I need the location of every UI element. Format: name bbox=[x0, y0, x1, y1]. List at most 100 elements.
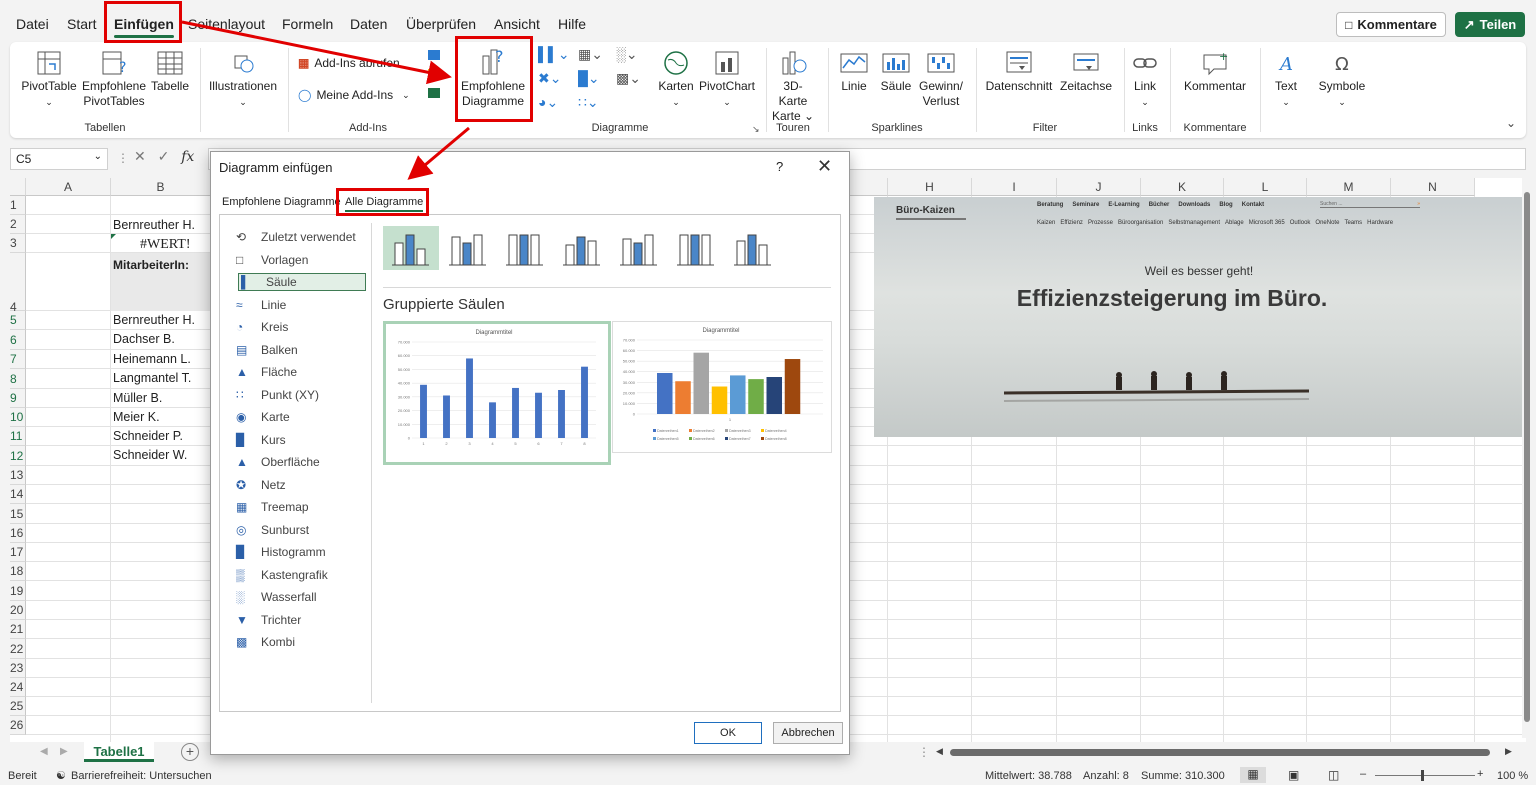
next-sheet-icon[interactable]: ▶ bbox=[60, 746, 68, 757]
insert-function-icon[interactable]: fx bbox=[181, 149, 194, 165]
waterfall-chart-icon[interactable]: ░⌄ bbox=[616, 46, 638, 63]
tab-recommended-charts[interactable]: Empfohlene Diagramme bbox=[222, 196, 341, 208]
row-header-16[interactable]: 16 bbox=[10, 524, 26, 543]
illustrations-button[interactable]: Illustrationen ⌄ bbox=[206, 50, 280, 110]
row-header-22[interactable]: 22 bbox=[10, 639, 26, 659]
page-layout-view-icon[interactable]: ▣ bbox=[1288, 768, 1299, 782]
row-header-21[interactable]: 21 bbox=[10, 620, 26, 639]
row-header-6[interactable]: 6 bbox=[10, 330, 26, 350]
maps-button[interactable]: Karten ⌄ bbox=[654, 50, 698, 110]
sparkline-winloss-button[interactable]: Gewinn/ Verlust bbox=[916, 50, 966, 109]
close-icon[interactable]: ✕ bbox=[817, 156, 832, 177]
column-header-b[interactable]: B bbox=[111, 178, 211, 196]
sparkline-column-button[interactable]: Säule bbox=[878, 50, 914, 94]
chart-category-item[interactable]: ▲ Fläche bbox=[236, 363, 297, 381]
nav-item[interactable]: Bücher bbox=[1149, 202, 1170, 208]
nav-item[interactable]: Blog bbox=[1219, 202, 1232, 208]
cell-name[interactable]: Schneider P. bbox=[113, 429, 183, 443]
nav-item[interactable]: Büroorganisation bbox=[1118, 220, 1163, 226]
row-header-13[interactable]: 13 bbox=[10, 466, 26, 485]
chart-category-item[interactable]: ▼ Trichter bbox=[236, 611, 301, 629]
combo-chart-icon[interactable]: ▩⌄ bbox=[616, 70, 641, 87]
row-header-9[interactable]: 9 bbox=[10, 389, 26, 408]
nav-item[interactable]: Kontakt bbox=[1242, 202, 1264, 208]
cell-name[interactable]: Heinemann L. bbox=[113, 352, 191, 366]
chart-category-item[interactable]: ⟲ Zuletzt verwendet bbox=[236, 228, 356, 246]
accessibility-icon[interactable]: ☯ bbox=[56, 769, 66, 782]
share-button[interactable]: ↗ Teilen bbox=[1455, 12, 1525, 37]
column-header-a[interactable]: A bbox=[26, 178, 111, 196]
recommended-pivottables-button[interactable]: ? Empfohlene PivotTables bbox=[80, 50, 148, 109]
page-break-view-icon[interactable]: ◫ bbox=[1328, 768, 1339, 782]
nav-item[interactable]: Outlook bbox=[1290, 220, 1311, 226]
column-header-l[interactable]: L bbox=[1224, 178, 1307, 196]
select-all-corner[interactable] bbox=[10, 178, 26, 196]
row-header-4[interactable]: 4 bbox=[10, 253, 26, 314]
cell-name[interactable]: Meier K. bbox=[113, 410, 160, 424]
help-button[interactable]: ? bbox=[776, 159, 783, 174]
nav-item[interactable]: Ablage bbox=[1225, 220, 1244, 226]
row-header-15[interactable]: 15 bbox=[10, 504, 26, 524]
column-header-j[interactable]: J bbox=[1057, 178, 1141, 196]
comment-button[interactable]: + Kommentar bbox=[1178, 50, 1252, 94]
chart-category-item[interactable]: ≈ Linie bbox=[236, 296, 286, 314]
column-chart-icon[interactable]: ▌▌⌄ bbox=[538, 46, 570, 63]
column-header-i[interactable]: I bbox=[972, 178, 1057, 196]
scroll-left-icon[interactable]: ◀ bbox=[936, 746, 943, 757]
3d-map-button[interactable]: 3D-Karte Karte ⌄ bbox=[770, 50, 816, 124]
row-header-17[interactable]: 17 bbox=[10, 543, 26, 562]
column-header-n[interactable]: N bbox=[1391, 178, 1475, 196]
nav-item[interactable]: Microsoft 365 bbox=[1249, 220, 1285, 226]
zoom-level[interactable]: 100 % bbox=[1497, 770, 1528, 782]
scroll-right-icon[interactable]: ▶ bbox=[1505, 746, 1512, 757]
cell-b3[interactable]: #WERT! bbox=[140, 237, 190, 253]
row-header-19[interactable]: 19 bbox=[10, 581, 26, 601]
tab-seitenlayout[interactable]: Seitenlayout bbox=[188, 16, 265, 32]
row-header-2[interactable]: 2 bbox=[10, 215, 26, 234]
row-header-5[interactable]: 5 bbox=[10, 311, 26, 330]
add-sheet-icon[interactable]: + bbox=[181, 743, 199, 761]
collapse-ribbon-icon[interactable]: ⌄ bbox=[1506, 116, 1516, 130]
normal-view-icon[interactable]: ▦ bbox=[1240, 767, 1266, 783]
row-header-10[interactable]: 10 bbox=[10, 408, 26, 427]
chart-category-item[interactable]: ▩ Kombi bbox=[236, 633, 295, 651]
chart-category-item[interactable]: ▒ Kastengrafik bbox=[236, 566, 328, 584]
symbols-button[interactable]: Ω Symbole ⌄ bbox=[1314, 50, 1370, 110]
cell-b2[interactable]: Bernreuther H. bbox=[113, 218, 195, 232]
horizontal-scrollbar[interactable] bbox=[950, 749, 1490, 756]
tab-formeln[interactable]: Formeln bbox=[282, 16, 333, 32]
column-header-k[interactable]: K bbox=[1141, 178, 1224, 196]
chart-preview-1[interactable]: Diagrammtitel 0 10.000 20.000 30.000 40.000 50… bbox=[383, 321, 611, 465]
cell-name[interactable]: Müller B. bbox=[113, 391, 162, 405]
3d-100-stacked-column-icon[interactable] bbox=[676, 229, 716, 269]
3d-clustered-column-icon[interactable] bbox=[562, 229, 602, 269]
row-header-23[interactable]: 23 bbox=[10, 659, 26, 678]
statistic-chart-icon[interactable]: █⌄ bbox=[578, 70, 600, 87]
nav-item[interactable]: Teams bbox=[1344, 220, 1362, 226]
table-button[interactable]: Tabelle bbox=[150, 50, 190, 94]
cancel-button[interactable]: Abbrechen bbox=[773, 722, 843, 744]
nav-item[interactable]: E-Learning bbox=[1108, 202, 1139, 208]
site-search[interactable]: Suchen ... » bbox=[1320, 201, 1420, 208]
tab-daten[interactable]: Daten bbox=[350, 16, 387, 32]
hierarchy-chart-icon[interactable]: ▦⌄ bbox=[578, 46, 603, 63]
row-header-12[interactable]: 12 bbox=[10, 446, 26, 466]
nav-item[interactable]: Selbstmanagement bbox=[1168, 220, 1220, 226]
tab-ueberpruefen[interactable]: Überprüfen bbox=[406, 16, 476, 32]
chart-category-item[interactable]: ◔ Kreis bbox=[236, 318, 288, 336]
chart-category-item[interactable]: ✪ Netz bbox=[236, 476, 286, 494]
row-header-3[interactable]: 3 bbox=[10, 234, 26, 253]
scatter-chart-icon[interactable]: ∷⌄ bbox=[578, 94, 599, 111]
enter-icon[interactable]: ✓ bbox=[158, 148, 170, 164]
row-header-25[interactable]: 25 bbox=[10, 697, 26, 716]
chart-category-item[interactable]: ▉ Histogramm bbox=[236, 543, 326, 561]
chart-type-gallery[interactable]: ▌▌⌄ ▦⌄ ░⌄ ✖⌄ █⌄ ▩⌄ ◕⌄ ∷⌄ bbox=[538, 46, 658, 118]
chart-category-item[interactable]: ▦ Treemap bbox=[236, 498, 309, 516]
column-header-h[interactable]: H bbox=[888, 178, 972, 196]
chart-preview-2[interactable]: Diagrammtitel 0 10.000 20.000 30.000 40.000 50… bbox=[612, 321, 832, 453]
row-header-24[interactable]: 24 bbox=[10, 678, 26, 697]
pie-chart-icon[interactable]: ◕⌄ bbox=[538, 94, 558, 111]
row-header-7[interactable]: 7 bbox=[10, 350, 26, 369]
sparkline-line-button[interactable]: Linie bbox=[836, 50, 872, 94]
stacked-column-icon[interactable] bbox=[448, 229, 488, 269]
